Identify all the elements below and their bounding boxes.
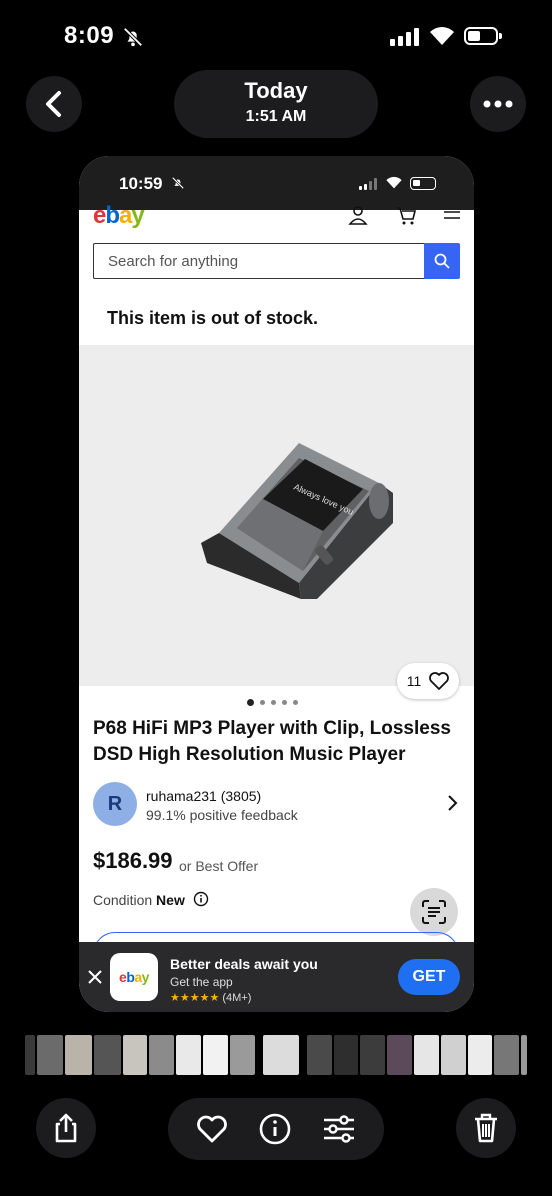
product-gallery[interactable]: Always love you 11 bbox=[79, 345, 474, 699]
rating-count: (4M+) bbox=[222, 992, 252, 1004]
thumbnail[interactable] bbox=[149, 1035, 175, 1075]
seller-name[interactable]: ruhama231 (3805) bbox=[146, 788, 261, 804]
back-chevron-icon bbox=[46, 91, 61, 117]
gallery-dot[interactable] bbox=[271, 700, 276, 705]
ebay-app-icon[interactable]: ebay bbox=[110, 953, 158, 1001]
get-app-button[interactable]: GET bbox=[398, 959, 460, 995]
thumbnail[interactable] bbox=[440, 1035, 466, 1075]
thumbnail[interactable] bbox=[494, 1035, 520, 1075]
ebay-header: ebay Search for anything This item is ou… bbox=[79, 202, 474, 344]
thumbnail[interactable] bbox=[176, 1035, 202, 1075]
thumbnail-current[interactable] bbox=[262, 1035, 299, 1075]
chevron-right-icon[interactable] bbox=[445, 794, 459, 812]
date-day: Today bbox=[244, 78, 308, 103]
thumbnail[interactable] bbox=[387, 1035, 413, 1075]
thumbnail[interactable] bbox=[122, 1035, 148, 1075]
wifi-icon bbox=[386, 176, 402, 189]
wifi-icon bbox=[430, 27, 454, 45]
share-button[interactable] bbox=[36, 1098, 96, 1158]
thumbnail[interactable] bbox=[521, 1035, 527, 1075]
gallery-dot[interactable] bbox=[260, 700, 265, 705]
thumbnail[interactable] bbox=[65, 1035, 92, 1075]
search-icon bbox=[434, 253, 450, 269]
delete-button[interactable] bbox=[456, 1098, 516, 1158]
avatar[interactable]: R bbox=[93, 782, 137, 826]
ebay-logo[interactable]: ebay bbox=[93, 202, 145, 230]
thumbnail[interactable] bbox=[203, 1035, 228, 1075]
user-icon[interactable] bbox=[347, 204, 369, 226]
rating-stars: ★★★★★ (4M+) bbox=[170, 992, 252, 1004]
thumbnail[interactable] bbox=[36, 1035, 64, 1075]
signal-icon bbox=[359, 178, 377, 190]
heart-icon bbox=[429, 672, 450, 690]
thumbnail[interactable] bbox=[467, 1035, 493, 1075]
back-button[interactable] bbox=[26, 76, 82, 132]
more-button[interactable] bbox=[470, 76, 526, 132]
watch-count: 11 bbox=[406, 673, 422, 689]
app-banner: ebay Better deals await you Get the app … bbox=[79, 942, 474, 1012]
thumbnail[interactable] bbox=[93, 1035, 121, 1075]
thumbnail[interactable] bbox=[414, 1035, 439, 1075]
favorite-icon[interactable] bbox=[196, 1115, 228, 1143]
thumbnail[interactable] bbox=[360, 1035, 386, 1075]
date-pill[interactable]: Today 1:51 AM bbox=[174, 70, 378, 138]
battery-icon bbox=[410, 177, 436, 190]
status-time: 8:09 bbox=[64, 22, 115, 49]
share-icon bbox=[55, 1113, 77, 1143]
watch-button[interactable]: 11 bbox=[397, 663, 459, 699]
search-button[interactable] bbox=[424, 243, 460, 279]
adjust-icon[interactable] bbox=[322, 1114, 356, 1144]
product-title: P68 HiFi MP3 Player with Clip, Lossless … bbox=[93, 718, 451, 765]
thumbnail[interactable] bbox=[333, 1035, 359, 1075]
banner-title: Better deals await you bbox=[170, 956, 318, 972]
close-icon[interactable] bbox=[87, 969, 103, 985]
banner-subtitle: Get the app bbox=[170, 975, 233, 989]
gallery-dot[interactable] bbox=[247, 699, 254, 706]
signal-icon bbox=[390, 28, 419, 46]
cart-icon[interactable] bbox=[395, 204, 417, 226]
live-text-button[interactable] bbox=[410, 888, 458, 936]
thumbnail[interactable] bbox=[306, 1035, 332, 1075]
gallery-dots bbox=[247, 699, 298, 706]
bell-slash-icon bbox=[171, 176, 185, 190]
bell-slash-icon bbox=[123, 27, 143, 47]
info-icon[interactable] bbox=[193, 891, 209, 907]
thumbnail[interactable] bbox=[229, 1035, 255, 1075]
price: $186.99 bbox=[93, 848, 173, 873]
best-offer-label: or Best Offer bbox=[179, 858, 259, 874]
battery-icon bbox=[464, 27, 502, 45]
gallery-dot[interactable] bbox=[282, 700, 287, 705]
live-text-icon bbox=[422, 900, 446, 924]
trash-icon bbox=[475, 1113, 497, 1143]
product-image: Always love you bbox=[201, 443, 393, 599]
search-input[interactable]: Search for anything bbox=[93, 243, 424, 279]
condition: Condition New bbox=[93, 892, 185, 908]
inner-status-time: 10:59 bbox=[119, 174, 163, 193]
seller-feedback: 99.1% positive feedback bbox=[146, 807, 298, 823]
thumbnail[interactable] bbox=[25, 1035, 35, 1075]
date-time: 1:51 AM bbox=[245, 108, 307, 125]
menu-icon[interactable] bbox=[441, 204, 463, 226]
info-circle-icon[interactable] bbox=[259, 1113, 291, 1145]
more-dots-icon bbox=[483, 100, 513, 108]
screenshot-photo[interactable]: 10:59 ebay Search for anything This item… bbox=[79, 156, 474, 1012]
photo-actions bbox=[168, 1098, 384, 1160]
gallery-dot[interactable] bbox=[293, 700, 298, 705]
thumbnail-strip[interactable] bbox=[25, 1035, 527, 1075]
out-of-stock-message: This item is out of stock. bbox=[107, 308, 319, 328]
